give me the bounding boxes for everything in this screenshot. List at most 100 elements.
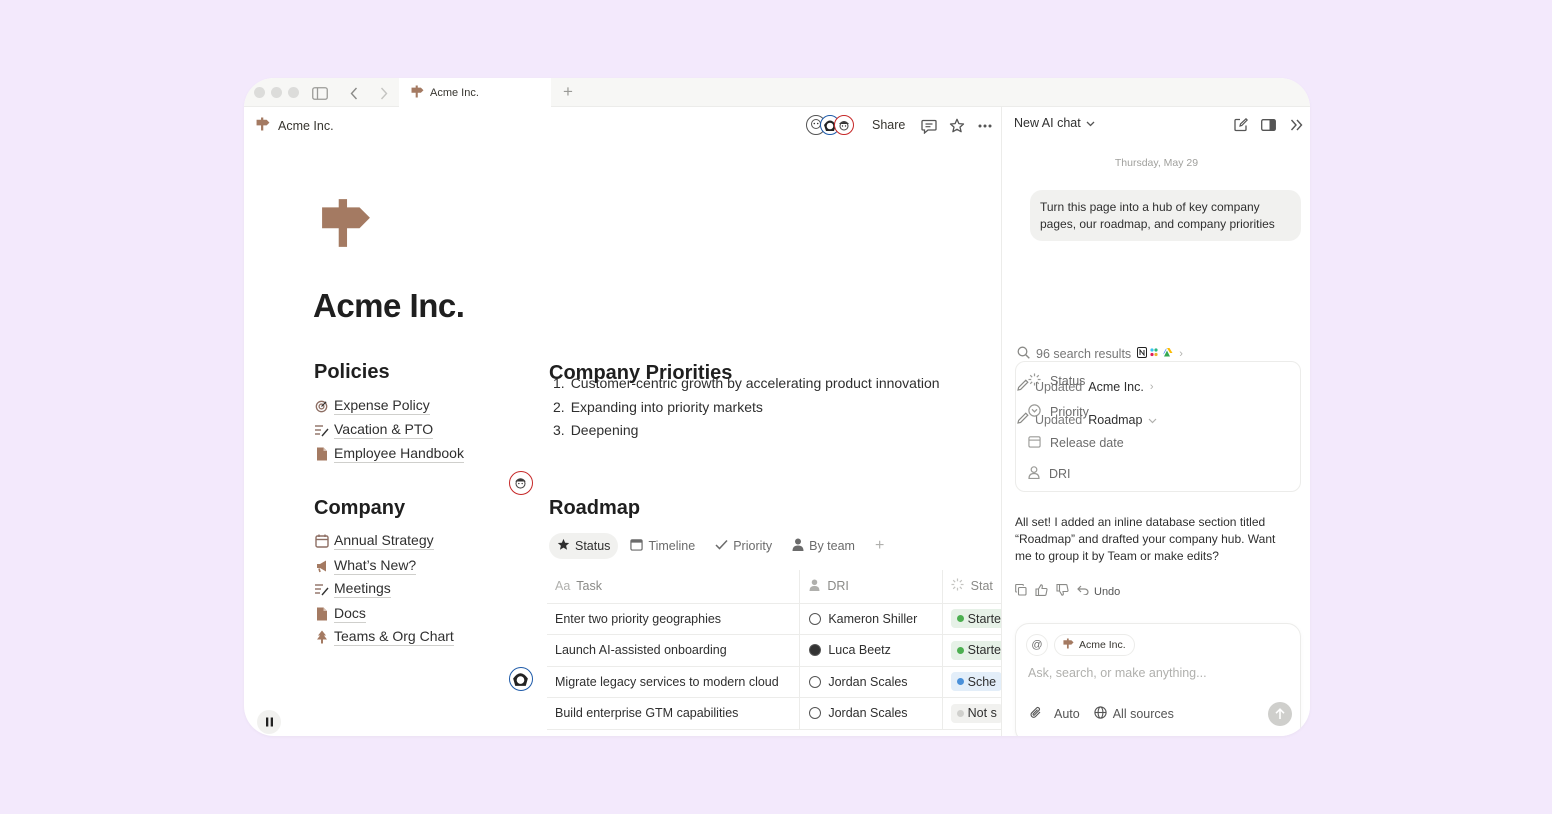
- sidebar-toggle-icon[interactable]: [310, 83, 330, 103]
- tab-acme[interactable]: Acme Inc.: [399, 78, 551, 108]
- link-meetings[interactable]: Meetings: [314, 580, 391, 598]
- list-pen-icon: [314, 423, 329, 438]
- company-heading: Company: [314, 497, 406, 519]
- mention-button[interactable]: @: [1026, 634, 1048, 656]
- link-annual-strategy[interactable]: Annual Strategy: [314, 532, 434, 550]
- pause-icon: [265, 717, 273, 727]
- tab-title: Acme Inc.: [430, 87, 479, 99]
- table-row[interactable]: Build enterprise GTM capabilities Jordan…: [547, 697, 1001, 730]
- ai-chat-panel: New AI chat Thursday, May 29 Turn this p…: [1003, 107, 1310, 736]
- link-teams-org-chart[interactable]: Teams & Org Chart: [314, 628, 454, 646]
- thumbs-up-icon[interactable]: [1035, 584, 1048, 599]
- forward-arrow-icon[interactable]: [374, 83, 394, 103]
- link-employee-handbook[interactable]: Employee Handbook: [314, 445, 464, 463]
- avatar: [509, 471, 533, 495]
- search-icon: [1017, 346, 1030, 362]
- status-badge[interactable]: Starte: [950, 640, 1001, 660]
- page-topbar: Acme Inc. Share: [244, 107, 1001, 145]
- column-header-task[interactable]: Aa Task: [547, 570, 801, 604]
- chat-input-box: @ Acme Inc. Ask, search, or make anythin…: [1015, 623, 1301, 736]
- link-whats-new[interactable]: What’s New?: [314, 557, 417, 575]
- comment-icon[interactable]: [918, 115, 940, 137]
- reply-actions: Undo: [1015, 583, 1120, 599]
- link-docs[interactable]: Docs: [314, 605, 366, 623]
- side-panel-icon[interactable]: [1257, 114, 1279, 136]
- attach-icon[interactable]: [1030, 706, 1042, 722]
- checkmark-icon: [715, 539, 728, 553]
- document-icon: [314, 447, 329, 462]
- tab-priority-view[interactable]: Priority: [707, 533, 780, 559]
- table-header-row: Aa Task DRI Stat: [547, 570, 1001, 604]
- globe-icon: [1094, 706, 1107, 722]
- share-button[interactable]: Share: [872, 118, 905, 132]
- status-badge[interactable]: Sche: [950, 672, 1001, 692]
- user-message: Turn this page into a hub of key company…: [1030, 190, 1301, 241]
- calendar-icon: [314, 534, 329, 549]
- thumbs-down-icon[interactable]: [1056, 583, 1069, 599]
- table-row[interactable]: Migrate legacy services to modern cloud …: [547, 666, 1001, 698]
- source-apps-icon: [1137, 347, 1173, 361]
- person-icon: [792, 538, 804, 554]
- undo-arrow-icon: [1077, 585, 1089, 598]
- priorities-list: 1. Customer-centric growth by acceleratin…: [553, 375, 940, 446]
- roadmap-table: Aa Task DRI Stat Enter two priority geogr…: [547, 570, 1001, 730]
- tab-timeline-view[interactable]: Timeline: [622, 533, 703, 559]
- collapse-panel-icon[interactable]: [1285, 114, 1307, 136]
- new-tab-icon[interactable]: +: [558, 82, 578, 102]
- property-status: Status: [1028, 373, 1085, 389]
- send-button[interactable]: [1268, 702, 1292, 726]
- avatar: [834, 115, 854, 135]
- table-row[interactable]: Enter two priority geographies Kameron S…: [547, 603, 1001, 635]
- roadmap-heading: Roadmap: [549, 497, 641, 519]
- roadmap-view-tabs: Status Timeline Priority By team +: [549, 533, 884, 559]
- property-dri: DRI: [1028, 466, 1071, 482]
- link-vacation-pto[interactable]: Vacation & PTO: [314, 421, 434, 439]
- list-item[interactable]: 2. Expanding into priority markets: [553, 399, 940, 423]
- tab-bar: Acme Inc. +: [244, 78, 1310, 108]
- collaborator-avatars[interactable]: [806, 115, 858, 137]
- circle-chevron-icon: [1028, 404, 1041, 420]
- tab-status-view[interactable]: Status: [549, 533, 619, 559]
- column-header-dri[interactable]: DRI: [799, 570, 943, 604]
- chat-input[interactable]: Ask, search, or make anything...: [1028, 666, 1207, 680]
- list-item[interactable]: 3. Deepening: [553, 422, 940, 446]
- avatar: [809, 644, 822, 657]
- policies-heading: Policies: [314, 361, 390, 383]
- more-options-icon[interactable]: [974, 115, 996, 137]
- avatar: [509, 667, 533, 691]
- star-icon[interactable]: [946, 115, 968, 137]
- add-view-icon[interactable]: +: [867, 537, 884, 555]
- status-badge[interactable]: Starte: [950, 609, 1001, 629]
- arrow-up-icon: [1275, 708, 1285, 719]
- undo-button[interactable]: Undo: [1077, 585, 1120, 598]
- back-arrow-icon[interactable]: [344, 83, 364, 103]
- all-sources-button[interactable]: All sources: [1094, 706, 1174, 722]
- column-header-status[interactable]: Stat: [942, 570, 1001, 604]
- window-close-dot[interactable]: [254, 87, 265, 98]
- roadmap-properties-card: Status Priority Release date DRI: [1015, 361, 1301, 492]
- list-item[interactable]: 1. Customer-centric growth by acceleratin…: [553, 375, 940, 399]
- copy-icon[interactable]: [1015, 583, 1027, 599]
- star-icon: [557, 538, 570, 554]
- pause-button[interactable]: [257, 710, 281, 734]
- breadcrumb[interactable]: Acme Inc.: [256, 117, 334, 134]
- table-row[interactable]: Launch AI-assisted onboarding Luca Beetz…: [547, 634, 1001, 667]
- page-icon[interactable]: [320, 197, 372, 254]
- link-expense-policy[interactable]: Expense Policy: [314, 397, 430, 415]
- tab-by-team-view[interactable]: By team: [784, 533, 863, 559]
- window-maximize-dot[interactable]: [288, 87, 299, 98]
- context-chip[interactable]: Acme Inc.: [1054, 634, 1135, 656]
- ai-reply: All set! I added an inline database sect…: [1015, 515, 1276, 563]
- property-priority: Priority: [1028, 404, 1089, 420]
- chat-date: Thursday, May 29: [1114, 157, 1199, 169]
- status-badge[interactable]: Not s: [950, 703, 1001, 723]
- avatar: [809, 707, 822, 720]
- property-release-date: Release date: [1028, 435, 1124, 451]
- chat-title-dropdown[interactable]: New AI chat: [1014, 116, 1095, 130]
- window-minimize-dot[interactable]: [271, 87, 282, 98]
- model-auto-button[interactable]: Auto: [1054, 707, 1080, 721]
- app-window: Acme Inc. + Acme Inc. Share Acme Inc. Po…: [244, 78, 1310, 736]
- new-chat-icon[interactable]: [1230, 114, 1252, 136]
- search-results-step[interactable]: 96 search results ›: [1017, 346, 1183, 362]
- megaphone-icon: [314, 559, 329, 574]
